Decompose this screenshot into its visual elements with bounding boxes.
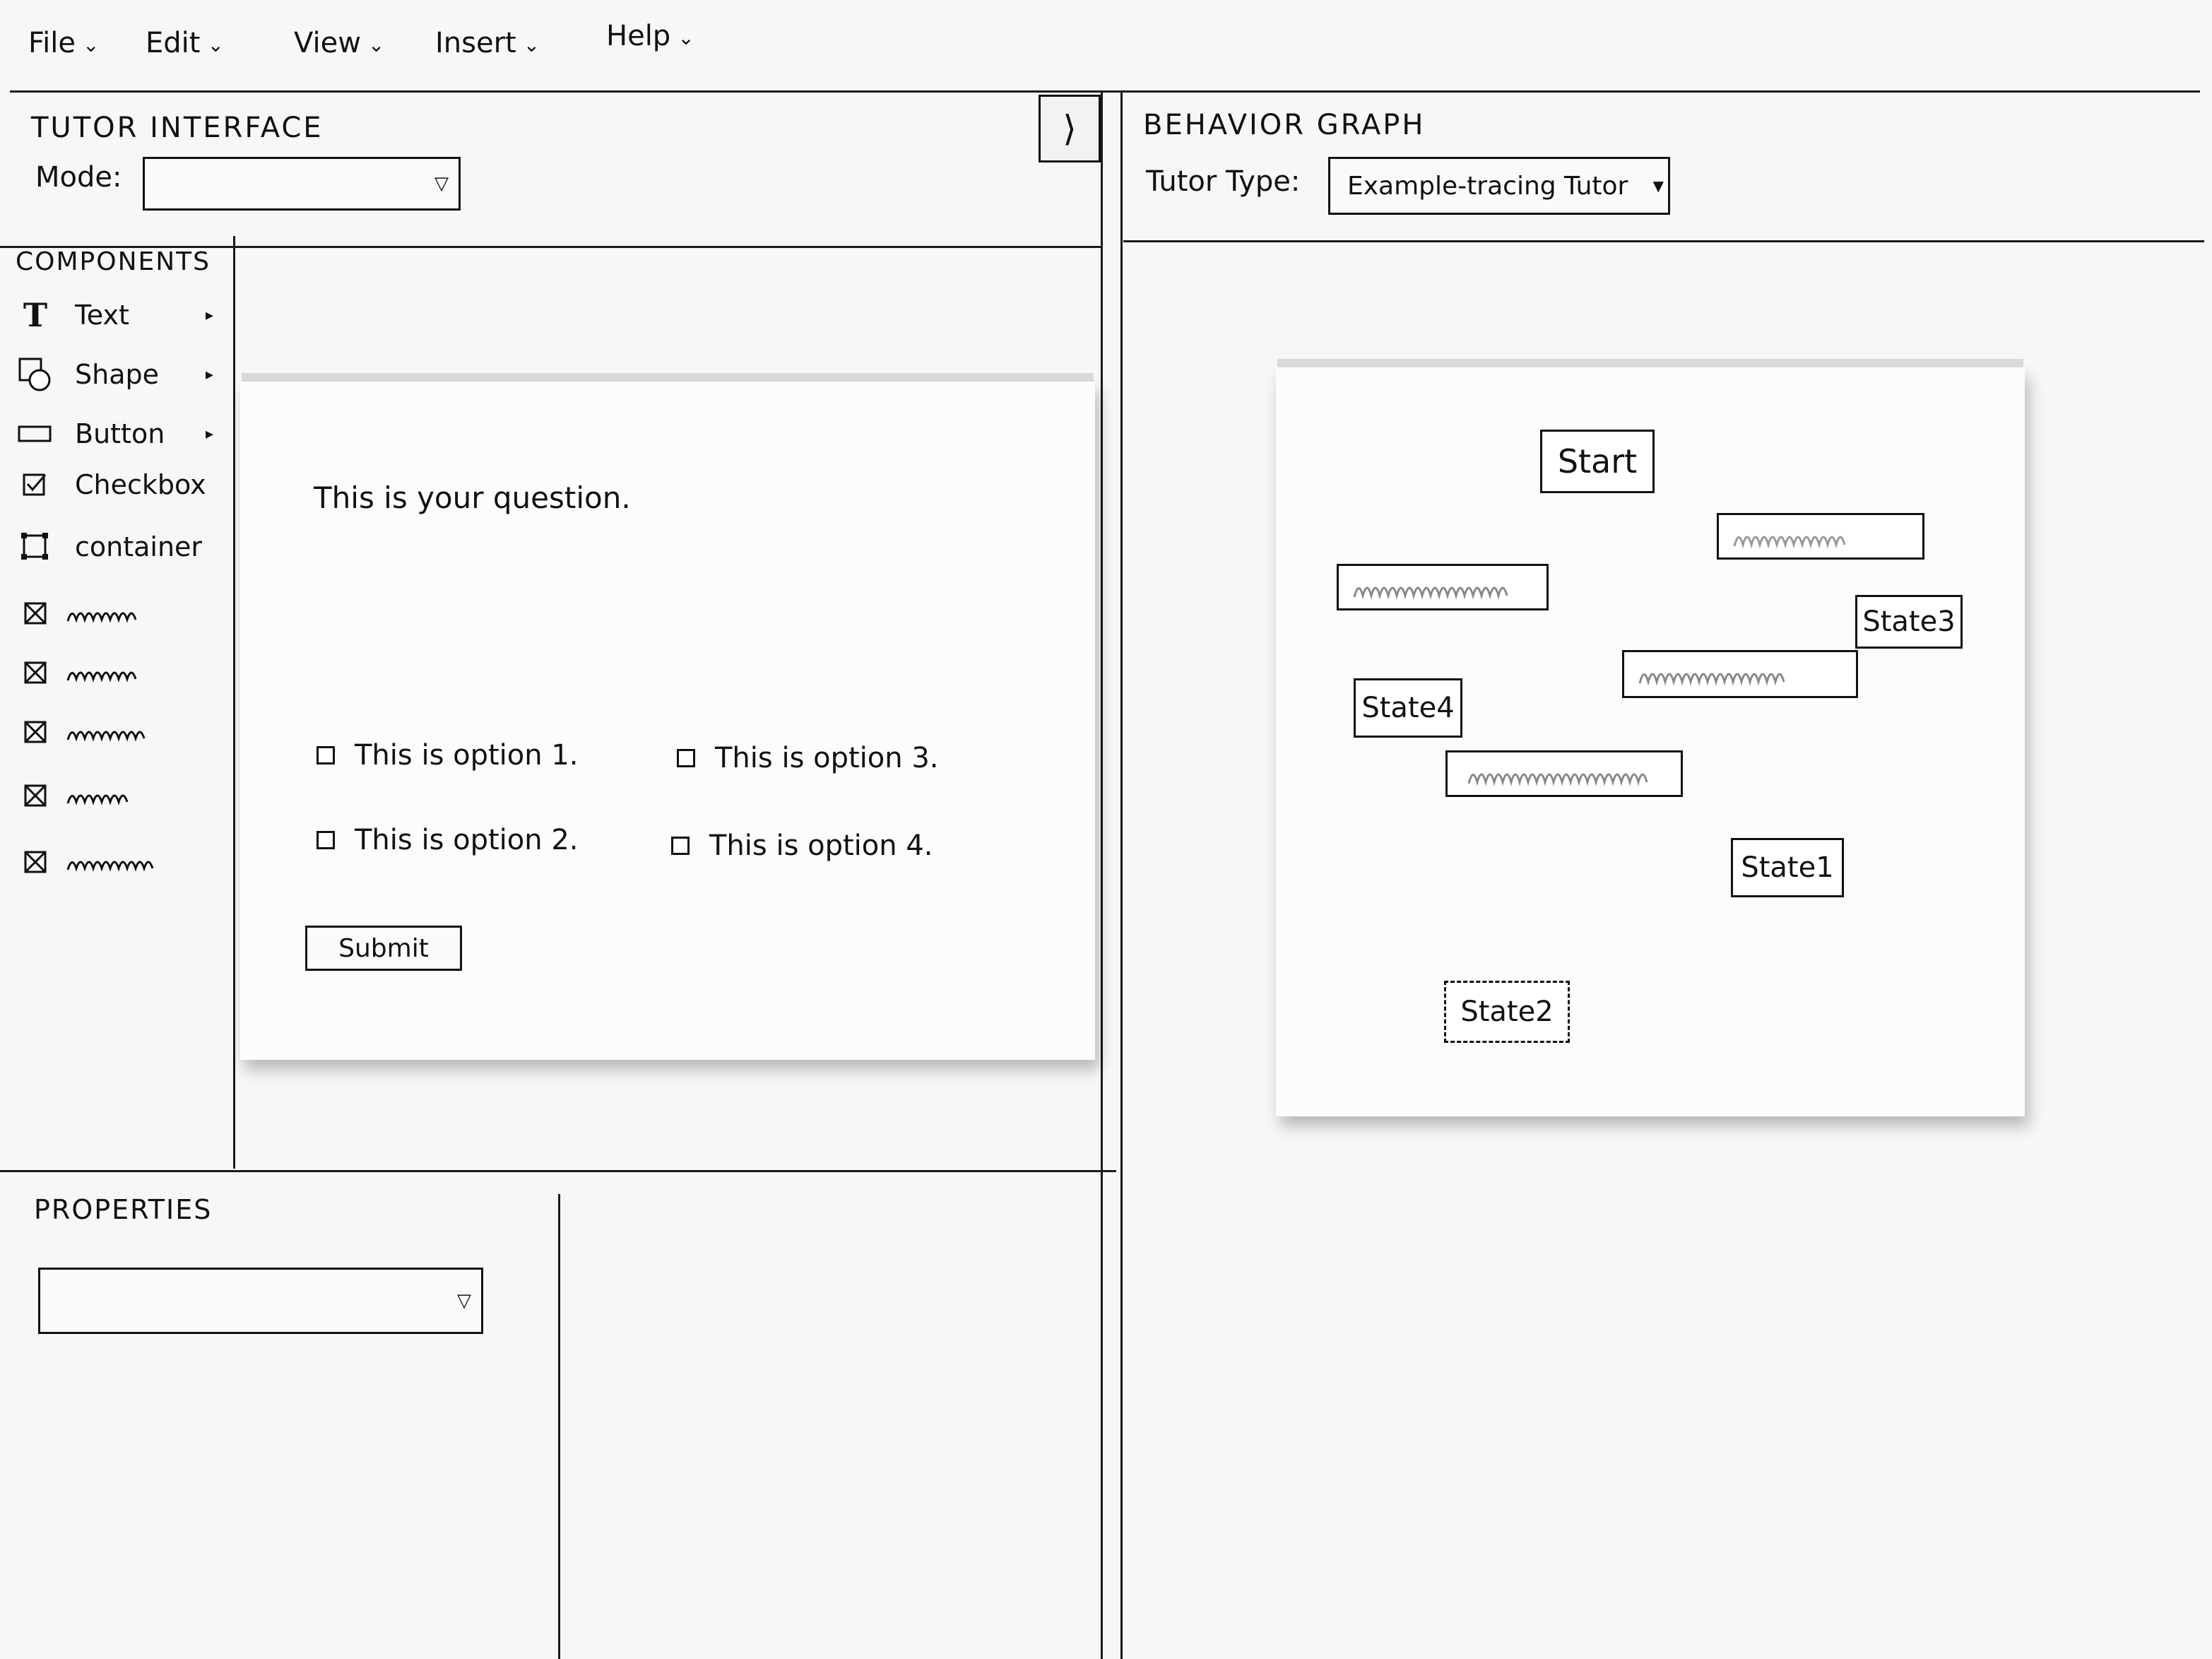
option-label: This is option 3. [715, 742, 939, 774]
collapse-panel-button[interactable]: ⟩ [1039, 95, 1101, 163]
scribble-text-icon [1638, 673, 1785, 686]
component-label: Button [75, 418, 165, 449]
edge-label-start-state4[interactable] [1337, 564, 1549, 610]
menu-help-label: Help [606, 20, 671, 52]
crossed-box-icon [16, 783, 55, 808]
crossed-box-icon [16, 719, 55, 745]
component-placeholder[interactable] [16, 651, 213, 694]
component-button[interactable]: Button ▸ [16, 413, 213, 455]
option-label: This is option 4. [709, 830, 933, 862]
properties-title: PROPERTIES [34, 1194, 213, 1225]
node-state3[interactable]: State3 [1855, 595, 1963, 649]
crossed-box-icon [16, 601, 55, 626]
checkbox-icon [16, 471, 55, 499]
component-placeholder[interactable] [16, 841, 213, 883]
dropdown-triangle-icon: ▼ [1652, 177, 1664, 194]
option-2[interactable]: This is option 2. [317, 824, 578, 856]
scribble-text-icon [66, 861, 154, 872]
tutor-canvas[interactable]: This is your question. This is option 1.… [240, 382, 1095, 1060]
pane-splitter-left[interactable] [1101, 92, 1103, 1659]
option-checkbox[interactable] [677, 749, 695, 767]
menu-view[interactable]: View ⌄ [294, 27, 384, 59]
behavior-graph-canvas[interactable]: Start State4 State3 State1 State2 [1276, 367, 2025, 1116]
component-label: Shape [75, 359, 159, 390]
edge-label-start-state2[interactable] [1445, 750, 1683, 797]
properties-divider [0, 1170, 1116, 1172]
edge-label-start-state3[interactable] [1717, 513, 1924, 560]
option-checkbox[interactable] [317, 746, 335, 764]
properties-select[interactable]: ▽ [38, 1268, 483, 1334]
scribble-text-icon [1353, 586, 1508, 600]
chevron-down-icon: ⌄ [207, 33, 224, 57]
dropdown-triangle-icon: ▽ [434, 173, 449, 194]
option-label: This is option 2. [355, 824, 579, 856]
pane-splitter-right[interactable] [1120, 92, 1123, 1659]
button-icon [16, 423, 55, 445]
question-text[interactable]: This is your question. [314, 480, 631, 515]
option-4[interactable]: This is option 4. [671, 830, 933, 862]
mode-label: Mode: [35, 161, 122, 194]
node-state2[interactable]: State2 [1444, 981, 1570, 1043]
node-state4[interactable]: State4 [1354, 678, 1462, 738]
mode-select[interactable]: ▽ [143, 157, 461, 211]
submit-button[interactable]: Submit [305, 926, 462, 971]
graph-header-divider [1123, 240, 2204, 242]
scribble-text-icon [1733, 536, 1846, 549]
menu-edit[interactable]: Edit ⌄ [146, 27, 224, 59]
submenu-arrow-icon: ▸ [205, 306, 213, 324]
text-icon: T [23, 296, 48, 334]
menu-file-label: File [28, 27, 76, 59]
tutor-type-select[interactable]: Example-tracing Tutor ▼ [1328, 157, 1670, 215]
scribble-text-icon [66, 794, 129, 805]
menu-view-label: View [294, 27, 361, 59]
scribble-text-icon [1467, 773, 1648, 786]
component-label: Text [75, 300, 129, 331]
chevron-down-icon: ⌄ [367, 33, 385, 57]
submenu-arrow-icon: ▸ [205, 365, 213, 384]
edge-label-start-state1[interactable] [1622, 650, 1858, 698]
tutor-type-label: Tutor Type: [1146, 165, 1301, 198]
component-placeholder[interactable] [16, 774, 213, 817]
menu-edit-label: Edit [146, 27, 201, 59]
container-icon [16, 531, 55, 562]
option-checkbox[interactable] [317, 831, 335, 849]
components-divider [233, 236, 235, 1169]
menu-insert-label: Insert [435, 27, 516, 59]
component-text[interactable]: T Text ▸ [16, 294, 213, 336]
properties-inner-divider [558, 1194, 560, 1659]
submenu-arrow-icon: ▸ [205, 425, 213, 443]
tutor-type-value: Example-tracing Tutor [1347, 171, 1628, 201]
menu-file[interactable]: File ⌄ [28, 27, 99, 59]
menu-insert[interactable]: Insert ⌄ [435, 27, 540, 59]
component-placeholder[interactable] [16, 711, 213, 753]
chevron-down-icon: ⌄ [523, 33, 540, 57]
option-label: This is option 1. [355, 739, 579, 772]
scribble-text-icon [66, 731, 146, 742]
component-shape[interactable]: Shape ▸ [16, 353, 213, 396]
scribble-text-icon [66, 612, 137, 623]
option-checkbox[interactable] [671, 837, 690, 855]
chevron-right-icon: ⟩ [1063, 108, 1077, 149]
crossed-box-icon [16, 849, 55, 875]
component-label: Checkbox [75, 469, 206, 500]
option-1[interactable]: This is option 1. [317, 739, 578, 772]
component-label: container [75, 531, 203, 562]
crossed-box-icon [16, 660, 55, 685]
menu-divider [10, 90, 2200, 93]
component-checkbox[interactable]: Checkbox [16, 464, 213, 506]
scribble-text-icon [66, 671, 137, 683]
chevron-down-icon: ⌄ [82, 33, 100, 57]
node-start[interactable]: Start [1540, 430, 1655, 493]
tutor-interface-title: TUTOR INTERFACE [31, 112, 324, 144]
node-state1[interactable]: State1 [1731, 838, 1844, 897]
option-3[interactable]: This is option 3. [677, 742, 938, 774]
shape-icon [16, 356, 55, 393]
dropdown-triangle-icon: ▽ [457, 1290, 471, 1311]
component-container[interactable]: container [16, 526, 213, 568]
menu-help[interactable]: Help ⌄ [606, 20, 694, 52]
components-title: COMPONENTS [16, 247, 211, 276]
chevron-down-icon: ⌄ [678, 25, 694, 49]
behavior-graph-title: BEHAVIOR GRAPH [1143, 109, 1426, 141]
component-placeholder[interactable] [16, 592, 213, 634]
